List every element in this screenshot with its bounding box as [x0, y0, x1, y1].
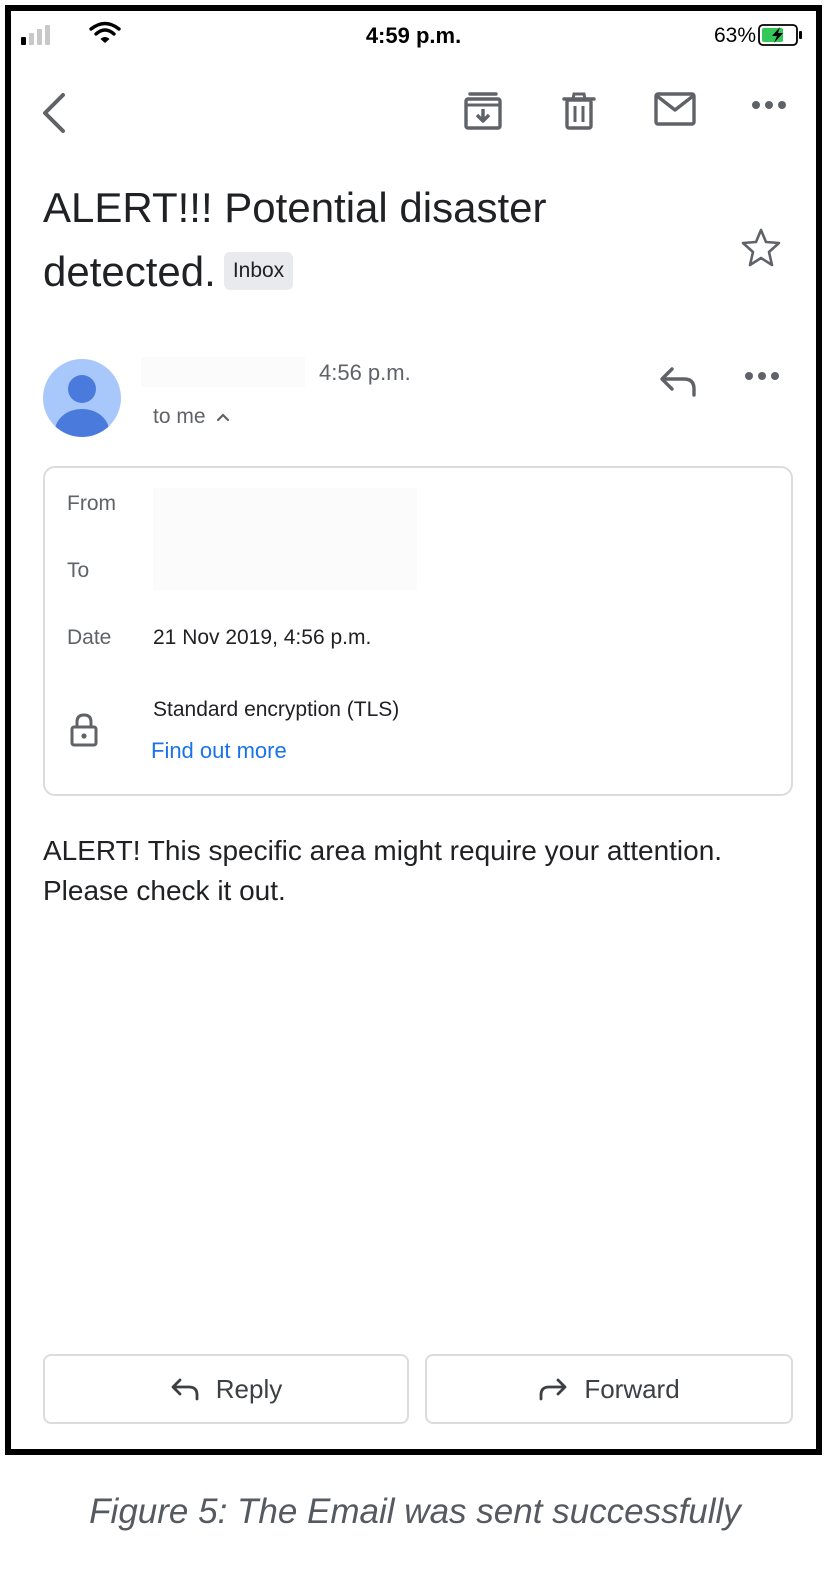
date-value: 21 Nov 2019, 4:56 p.m. [153, 626, 372, 649]
status-bar: 4:59 p.m. 63% [11, 11, 816, 63]
encryption-status: Standard encryption (TLS) [153, 698, 400, 721]
star-button[interactable] [740, 227, 782, 272]
forward-button-label: Forward [584, 1373, 680, 1404]
figure-caption: Figure 5: The Email was sent successfull… [89, 1492, 741, 1531]
reply-button-label: Reply [215, 1373, 283, 1404]
reply-button[interactable]: Reply [43, 1354, 409, 1424]
email-subject: ALERT!!! Potential disaster detected. Inb… [43, 176, 693, 304]
mail-icon [654, 92, 696, 126]
mark-unread-button[interactable] [653, 91, 697, 127]
archive-icon [464, 92, 502, 130]
recipient-toggle[interactable]: to me [153, 405, 230, 429]
reply-quick-button[interactable] [658, 365, 698, 404]
delete-button[interactable] [561, 91, 597, 131]
date-label: Date [67, 626, 112, 649]
chevron-up-icon [216, 413, 229, 422]
message-body: ALERT! This specific area might require … [43, 835, 723, 906]
lock-icon [69, 712, 99, 753]
forward-button[interactable]: Forward [425, 1354, 793, 1424]
email-toolbar [11, 81, 816, 141]
addresses-redacted [153, 488, 417, 590]
message-details-card: From To Date 21 Nov 2019, 4:56 p.m. Stan… [43, 466, 793, 796]
subject-text: ALERT!!! Potential disaster detected. [43, 184, 547, 295]
from-label: From [67, 492, 116, 515]
sender-name-redacted [141, 357, 305, 387]
status-time: 4:59 p.m. [365, 23, 462, 48]
person-icon [55, 375, 109, 437]
more-icon [752, 101, 786, 109]
delete-icon [562, 92, 596, 130]
inbox-label-badge[interactable]: Inbox [223, 251, 294, 290]
archive-button[interactable] [463, 91, 503, 131]
sender-avatar[interactable] [43, 359, 121, 437]
back-button[interactable] [37, 91, 71, 135]
reply-icon [660, 367, 696, 397]
battery-percent: 63% [713, 24, 756, 47]
sent-time: 4:56 p.m. [319, 360, 411, 385]
forward-icon [539, 1378, 567, 1401]
back-icon [43, 93, 65, 133]
phone-frame: 4:59 p.m. 63% ALERT!!! Potential disaste… [5, 5, 822, 1455]
to-label: To [67, 559, 90, 582]
more-icon [745, 372, 779, 380]
reply-icon [171, 1378, 199, 1401]
battery-icon [758, 23, 804, 52]
more-options-button[interactable] [751, 99, 787, 111]
star-icon [741, 228, 781, 267]
recipient-summary: to me [153, 405, 206, 428]
find-out-more-link[interactable]: Find out more [151, 738, 287, 764]
message-more-button[interactable] [744, 369, 780, 387]
